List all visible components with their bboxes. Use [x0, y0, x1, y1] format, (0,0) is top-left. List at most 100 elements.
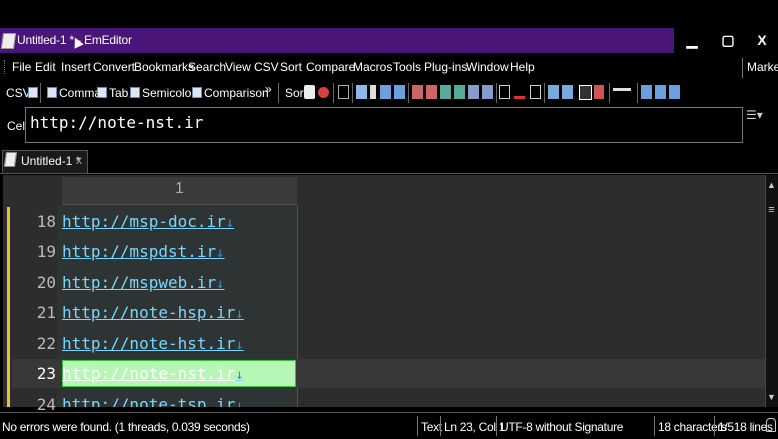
toolbar-divider [544, 83, 545, 103]
sort-stop-icon[interactable] [318, 87, 329, 98]
menu-divider [742, 58, 743, 78]
cell-value-field[interactable]: http://note-nst.ir [25, 107, 743, 143]
filter-icon[interactable] [499, 85, 510, 99]
scroll-up-icon[interactable]: ▲ [766, 178, 777, 192]
toolbar-divider [278, 83, 279, 103]
semicolon-icon[interactable] [130, 87, 140, 98]
column-dropdown-icon[interactable] [370, 85, 376, 99]
column-select-icon[interactable] [356, 85, 367, 99]
eol-mark-icon: ↓ [216, 276, 225, 292]
menu-file[interactable]: File [12, 60, 31, 74]
line-number: 18 [36, 212, 56, 231]
sort-length-desc-icon[interactable] [482, 85, 493, 99]
menu-grip[interactable] [4, 60, 7, 74]
toolbar-overflow-button[interactable]: » [265, 82, 272, 96]
app-icon[interactable] [0, 33, 17, 49]
split-view-icon[interactable]: ≡ [766, 203, 777, 217]
menu-view[interactable]: View [225, 60, 251, 74]
tab-label: Untitled-1 * [21, 154, 81, 168]
underline-icon[interactable] [514, 96, 525, 99]
notification-bell-icon[interactable] [766, 418, 776, 432]
comparison-button[interactable]: Comparison [204, 86, 269, 100]
menu-insert[interactable]: Insert [61, 60, 91, 74]
status-encoding[interactable]: UTF-8 without Signature [500, 420, 623, 434]
table-row[interactable]: http://msp-doc.ir↓ [62, 212, 294, 231]
reorder-column-icon[interactable] [669, 85, 680, 99]
join-column-icon[interactable] [562, 85, 573, 99]
sort-length-asc-icon[interactable] [468, 85, 479, 99]
status-mode[interactable]: Text [421, 420, 442, 434]
url-link[interactable]: http://note-hsp.ir [62, 303, 235, 322]
url-link[interactable]: http://mspdst.ir [62, 242, 216, 261]
move-column-left-icon[interactable] [380, 85, 391, 99]
table-row[interactable]: http://mspweb.ir↓ [62, 273, 294, 292]
sort-options-icon[interactable] [338, 85, 349, 99]
delete-column-icon[interactable] [655, 85, 666, 99]
comparison-icon[interactable] [192, 87, 202, 98]
menu-help[interactable]: Help [510, 60, 535, 74]
menu-search[interactable]: Search [188, 60, 226, 74]
menu-plugins[interactable]: Plug-ins [424, 60, 467, 74]
comma-icon[interactable] [47, 87, 57, 98]
split-column-icon[interactable] [548, 85, 559, 99]
tab-close-button[interactable]: x [76, 153, 82, 167]
eol-mark-icon: ↓ [235, 398, 244, 407]
insert-column-icon[interactable] [641, 85, 652, 99]
status-characters: 18 characters [658, 420, 727, 434]
close-button[interactable]: X [746, 28, 778, 53]
maximize-button[interactable]: ▢ [710, 28, 746, 53]
csv-label: CSV [6, 86, 31, 100]
tab-icon[interactable] [97, 87, 107, 98]
url-link[interactable]: http://note-nst.ir [62, 364, 235, 383]
menu-window[interactable]: Window [466, 60, 509, 74]
menu-bookmarks[interactable]: Bookmarks [134, 60, 194, 74]
line-number: 21 [36, 303, 56, 322]
line-number: 20 [36, 273, 56, 292]
minimize-button[interactable]: ▁ [674, 28, 710, 53]
toolbar-divider [496, 83, 497, 103]
table-row-current[interactable]: http://note-nst.ir↓ [62, 364, 294, 383]
eol-mark-icon: ↓ [225, 215, 235, 231]
eol-mark-icon: ↓ [235, 367, 244, 383]
table-row[interactable]: http://note-hst.ir↓ [62, 334, 294, 353]
heading-dropdown-icon[interactable] [613, 88, 631, 91]
cell-format-icon[interactable] [530, 85, 541, 99]
line-number-icon[interactable] [594, 85, 604, 99]
top-letterbox [0, 0, 778, 28]
move-column-right-icon[interactable] [394, 85, 405, 99]
url-link[interactable]: http://note-tsp.ir [62, 395, 235, 407]
table-row[interactable]: http://note-hsp.ir↓ [62, 303, 294, 322]
menu-tools[interactable]: Tools [393, 60, 421, 74]
menu-compare[interactable]: Compare [306, 60, 355, 74]
url-link[interactable]: http://msp-doc.ir [62, 212, 226, 231]
scroll-down-icon[interactable]: ▼ [766, 390, 777, 404]
markers-toolbar-label[interactable]: Markers [747, 60, 778, 74]
table-row[interactable]: http://note-tsp.ir↓ [62, 395, 294, 407]
menu-csv[interactable]: CSV [254, 60, 279, 74]
csv-mode-icon[interactable] [28, 87, 38, 98]
status-divider [417, 416, 418, 436]
tab-button[interactable]: Tab [109, 86, 128, 100]
sort-numeric-asc-icon[interactable] [440, 85, 451, 99]
url-link[interactable]: http://note-hst.ir [62, 334, 235, 353]
menu-convert[interactable]: Convert [93, 60, 135, 74]
table-row[interactable]: http://mspdst.ir↓ [62, 242, 294, 261]
line-number: 19 [36, 242, 56, 261]
url-link[interactable]: http://mspweb.ir [62, 273, 216, 292]
semicolon-button[interactable]: Semicolon [142, 86, 198, 100]
sort-z-a-icon[interactable] [426, 85, 437, 99]
toolbar-divider [408, 83, 409, 103]
sort-numeric-desc-icon[interactable] [454, 85, 465, 99]
sort-a-z-icon[interactable] [412, 85, 423, 99]
toolbar-divider [333, 83, 334, 103]
menu-macros[interactable]: Macros [353, 60, 392, 74]
cell-bar-menu-icon[interactable]: ☰▾ [746, 108, 766, 124]
menu-sort[interactable]: Sort [280, 60, 302, 74]
document-icon [3, 152, 18, 167]
column-header-1[interactable]: 1 [62, 180, 297, 198]
sort-ascending-icon[interactable] [304, 85, 315, 99]
frozen-column-icon[interactable] [579, 85, 592, 100]
eol-mark-icon: ↓ [216, 245, 225, 261]
comma-button[interactable]: Comma [59, 86, 101, 100]
menu-edit[interactable]: Edit [35, 60, 56, 74]
